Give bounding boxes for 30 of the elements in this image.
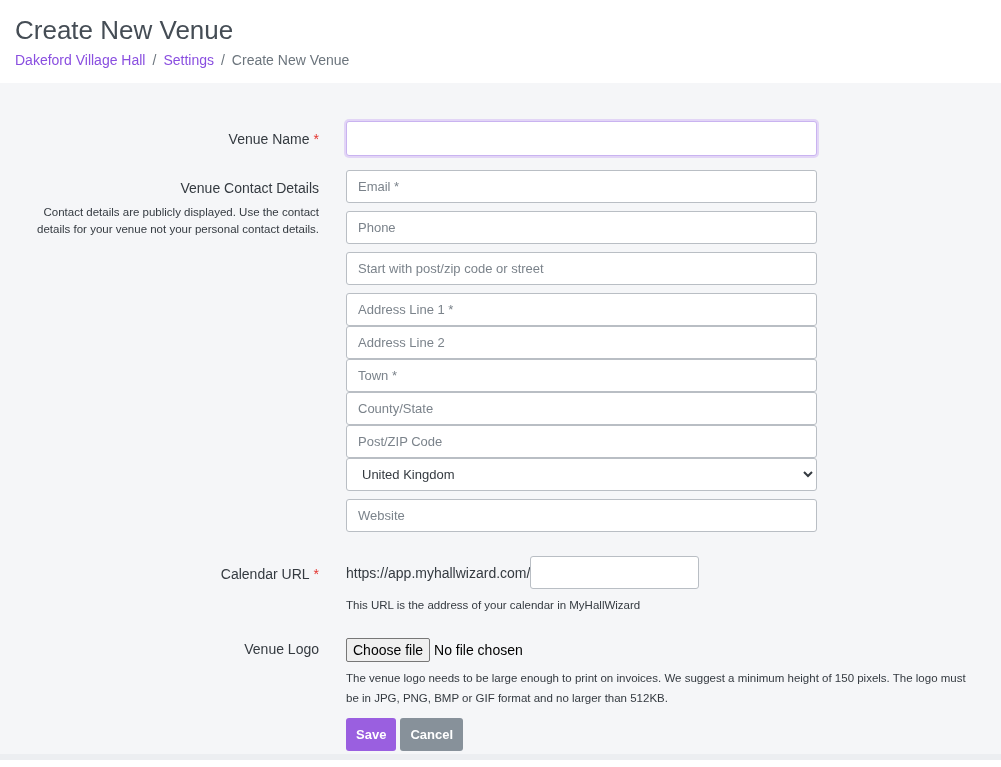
field-label: Venue Name * <box>228 130 319 149</box>
cancel-button[interactable]: Cancel <box>400 718 463 751</box>
contact-input[interactable]: Phone <box>346 211 817 244</box>
field-label: Venue Logo <box>244 640 319 659</box>
breadcrumb-link[interactable]: Settings <box>163 52 214 68</box>
contact-input[interactable]: County/State <box>346 392 817 425</box>
contact-input[interactable]: Address Line 1 * <box>346 293 817 326</box>
country-select[interactable]: United Kingdom <box>346 458 817 491</box>
help-text: This URL is the address of your calendar in MyHallWizard <box>346 598 642 613</box>
choose-file-button[interactable]: Choose file <box>346 638 431 662</box>
current-page-label: Create New Venue <box>231 52 350 68</box>
breadcrumb-separator: / <box>220 52 225 68</box>
contact-input[interactable]: Website <box>346 499 817 532</box>
contact-note: Contact details are publicly displayed. Use the contact details for your venue not your personal contact details. <box>36 205 319 237</box>
calendar-url-input[interactable] <box>530 556 700 589</box>
contact-input[interactable]: Email * <box>346 170 817 203</box>
field-label: Venue Contact Details <box>180 179 319 198</box>
contact-input[interactable]: Address Line 2 <box>346 326 817 359</box>
save-button[interactable]: Save <box>346 718 397 751</box>
breadcrumb-link[interactable]: Dakeford Village Hall <box>15 52 146 68</box>
url-prefix: https://app.myhallwizard.com/ <box>346 564 531 581</box>
breadcrumb-separator: / <box>152 52 157 68</box>
file-status: No file chosen <box>434 642 523 658</box>
contact-input[interactable]: Start with post/zip code or street <box>346 252 817 285</box>
help-text: The venue logo needs to be large enough to print on invoices. We suggest a minimum height of 150 pixels. The logo must be in JPG, PNG, BMP or GIF format and no larger than 512KB. <box>346 671 967 706</box>
page-title: Create New Venue <box>15 14 235 46</box>
venue-name-input[interactable] <box>346 121 817 156</box>
contact-input[interactable]: Town * <box>346 359 817 392</box>
field-label: Calendar URL * <box>220 565 319 584</box>
contact-input[interactable]: Post/ZIP Code <box>346 425 817 458</box>
